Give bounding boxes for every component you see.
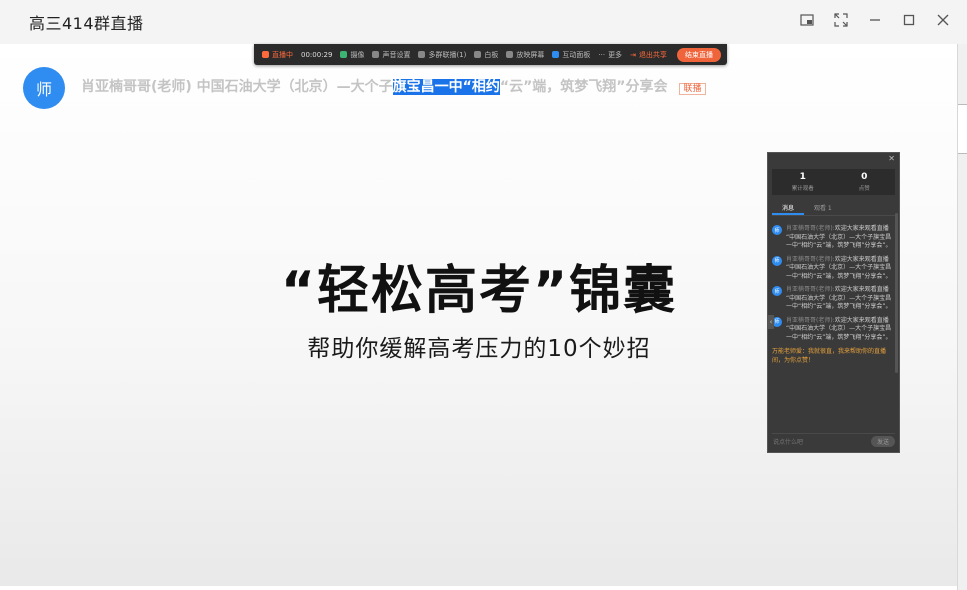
panel-collapse-icon[interactable]: ‹ [768, 315, 774, 329]
toolbar-camera[interactable]: 摄像 [340, 50, 364, 60]
close-icon[interactable] [933, 10, 953, 30]
signal-icon [340, 51, 348, 58]
system-notice: 万能老师爱：我就很直，我来帮助你的直播间，为你点赞！ [772, 348, 887, 364]
window-title: 高三414群直播 [29, 14, 144, 33]
toolbar-multigroup[interactable]: 多群联播(1) [418, 50, 466, 60]
panel-stats: 1 累计观看 0 点赞 [772, 169, 895, 195]
tab-viewers[interactable]: 观看 1 [804, 201, 842, 215]
right-edge-strip [957, 44, 967, 590]
toolbar-screen[interactable]: 放映屏幕 [506, 50, 544, 60]
live-timer: 00:00:29 [301, 50, 333, 59]
whiteboard-icon [474, 51, 482, 58]
end-live-button[interactable]: 结束直播 [677, 47, 721, 62]
window-controls [797, 10, 953, 30]
avatar: 师 [772, 225, 782, 235]
title-bar: 高三414群直播 [0, 0, 967, 44]
list-item: 师 肖亚楠哥哥(老师):欢迎大家来观看直播 “中国石油大学（北京）—大个子旗宝昌… [772, 225, 895, 251]
host-avatar[interactable]: 师 [23, 67, 65, 109]
screen-icon [506, 51, 514, 58]
panel-scrollbar[interactable] [895, 213, 898, 373]
expand-icon[interactable] [831, 10, 851, 30]
co-live-badge: 联播 [679, 82, 706, 95]
avatar: 师 [772, 286, 782, 296]
live-toolbar: 直播中 00:00:29 摄像 声音设置 多群联播(1) 白板 放映屏幕 互动面… [254, 44, 727, 65]
exit-share-button[interactable]: ⇥ 退出共享 [630, 50, 667, 60]
stat-likes: 0 点赞 [858, 172, 870, 192]
topic-text-selected: 旗宝昌一中“相约 [392, 79, 500, 95]
pip-icon[interactable] [797, 10, 817, 30]
chat-input-row: 说点什么吧 发送 [772, 433, 895, 448]
users-icon [418, 51, 426, 58]
topic-text-start: 肖亚楠哥哥(老师) 中国石油大学（北京）—大个子 [81, 79, 393, 95]
exit-icon: ⇥ [630, 50, 636, 59]
stat-total-views: 1 累计观看 [791, 172, 814, 192]
send-button[interactable]: 发送 [870, 435, 895, 447]
list-item: 师 肖亚楠哥哥(老师):欢迎大家来观看直播 “中国石油大学（北京）—大个子旗宝昌… [772, 316, 895, 343]
panel-tabs: 消息 观看 1 [772, 201, 895, 216]
live-status-label: 直播中 [272, 50, 293, 59]
live-topic: 肖亚楠哥哥(老师) 中国石油大学（北京）—大个子旗宝昌一中“相约“云”端，筑梦飞… [81, 76, 706, 96]
edge-marker [958, 104, 967, 154]
avatar: 师 [772, 255, 782, 266]
mic-icon [372, 51, 380, 58]
interaction-panel: ✕ 1 累计观看 0 点赞 消息 观看 1 师 肖亚楠哥哥(老师):欢迎大家来观… [767, 152, 900, 453]
toolbar-more[interactable]: ··· 更多 [598, 50, 622, 60]
live-status: 直播中 [262, 50, 293, 60]
toolbar-interact[interactable]: 互动面板 [552, 50, 590, 60]
minimize-icon[interactable] [865, 10, 885, 30]
list-item: 师 肖亚楠哥哥(老师):欢迎大家来观看直播 “中国石油大学（北京）—大个子旗宝昌… [772, 286, 895, 312]
toolbar-whiteboard[interactable]: 白板 [474, 50, 498, 60]
more-icon: ··· [598, 50, 606, 59]
tab-messages[interactable]: 消息 [772, 201, 805, 215]
chat-input[interactable]: 说点什么吧 [772, 437, 871, 446]
toolbar-audio[interactable]: 声音设置 [372, 50, 410, 60]
live-bars-icon [262, 51, 269, 58]
chat-icon [552, 51, 560, 58]
list-item: 师 肖亚楠哥哥(老师):欢迎大家来观看直播 “中国石油大学（北京）—大个子旗宝昌… [772, 255, 895, 282]
topic-text-end: “云”端，筑梦飞翔”分享会 [499, 79, 668, 95]
panel-close-icon[interactable]: ✕ [888, 154, 895, 163]
message-list: 师 肖亚楠哥哥(老师):欢迎大家来观看直播 “中国石油大学（北京）—大个子旗宝昌… [768, 216, 899, 342]
maximize-icon[interactable] [899, 10, 919, 30]
